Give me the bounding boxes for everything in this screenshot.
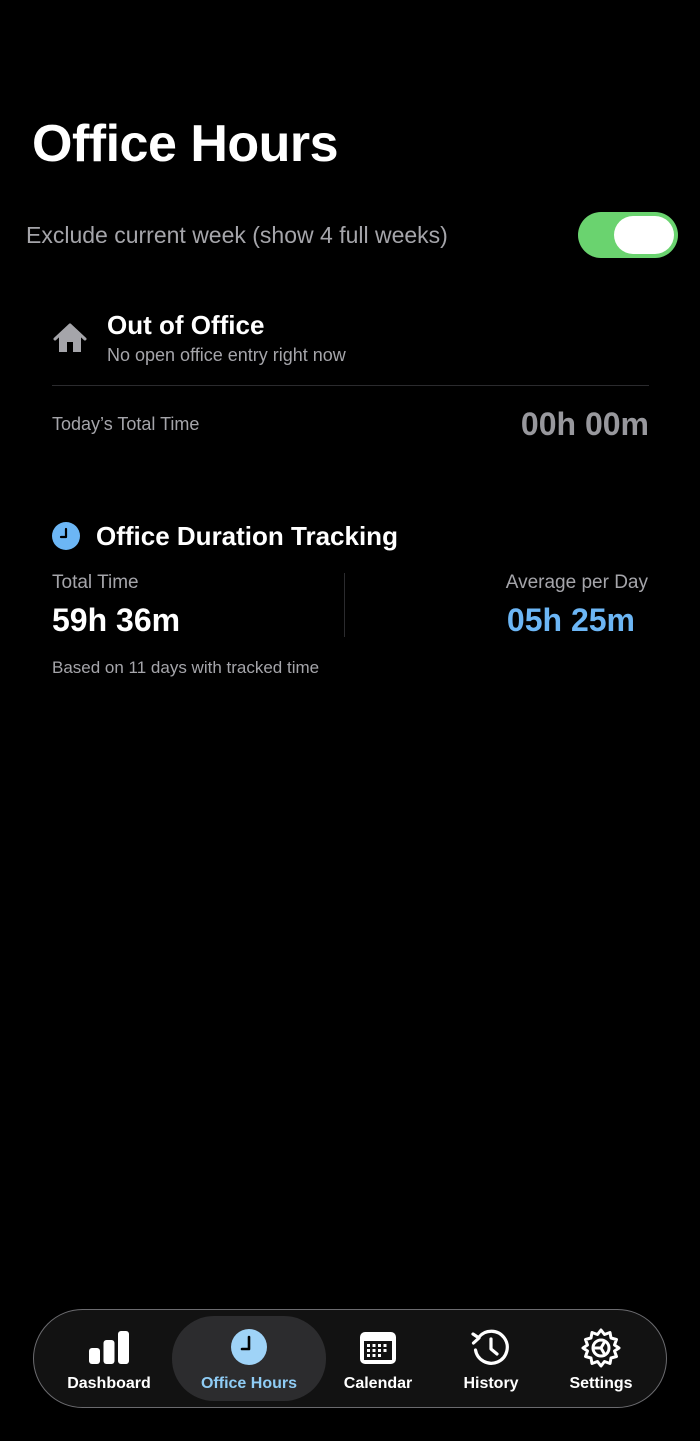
tab-label: Calendar xyxy=(343,1375,413,1392)
tab-label: Office Hours xyxy=(200,1375,297,1392)
exclude-current-week-row: Exclude current week (show 4 full weeks) xyxy=(26,212,678,258)
bar-chart-icon xyxy=(89,1331,129,1364)
status-subtitle: No open office entry right now xyxy=(107,345,346,365)
stats-divider xyxy=(344,573,345,637)
tab-settings[interactable]: Settings xyxy=(554,1316,648,1401)
average-per-day-label: Average per Day xyxy=(505,572,648,593)
tab-calendar[interactable]: Calendar xyxy=(330,1316,426,1401)
gear-icon xyxy=(581,1328,621,1368)
tab-label: Dashboard xyxy=(67,1375,151,1392)
tracking-title: Office Duration Tracking xyxy=(96,521,398,551)
total-time-label: Total Time xyxy=(52,572,139,593)
today-total-value: 00h 00m xyxy=(520,406,649,442)
calendar-icon xyxy=(360,1332,396,1364)
exclude-current-week-toggle[interactable] xyxy=(578,212,678,258)
tab-office-hours[interactable]: Office Hours xyxy=(172,1316,326,1401)
tracking-footnote: Based on 11 days with tracked time xyxy=(52,658,320,677)
divider xyxy=(52,385,649,386)
average-per-day-value: 05h 25m xyxy=(506,602,635,638)
tab-bar: Dashboard Office Hours Calendar History … xyxy=(33,1309,667,1408)
today-total-label: Today’s Total Time xyxy=(52,414,200,434)
tab-history[interactable]: History xyxy=(446,1316,536,1401)
history-icon xyxy=(471,1329,509,1365)
house-icon xyxy=(53,323,87,352)
page-title: Office Hours xyxy=(32,115,339,173)
status-title: Out of Office xyxy=(107,310,265,340)
toggle-knob xyxy=(614,216,674,254)
tab-label: History xyxy=(463,1375,519,1392)
total-time-value: 59h 36m xyxy=(52,602,181,638)
tab-dashboard[interactable]: Dashboard xyxy=(56,1316,162,1401)
exclude-current-week-label: Exclude current week (show 4 full weeks) xyxy=(26,221,448,248)
tab-label: Settings xyxy=(569,1375,633,1392)
clock-icon xyxy=(231,1329,267,1365)
clock-icon xyxy=(52,522,80,550)
